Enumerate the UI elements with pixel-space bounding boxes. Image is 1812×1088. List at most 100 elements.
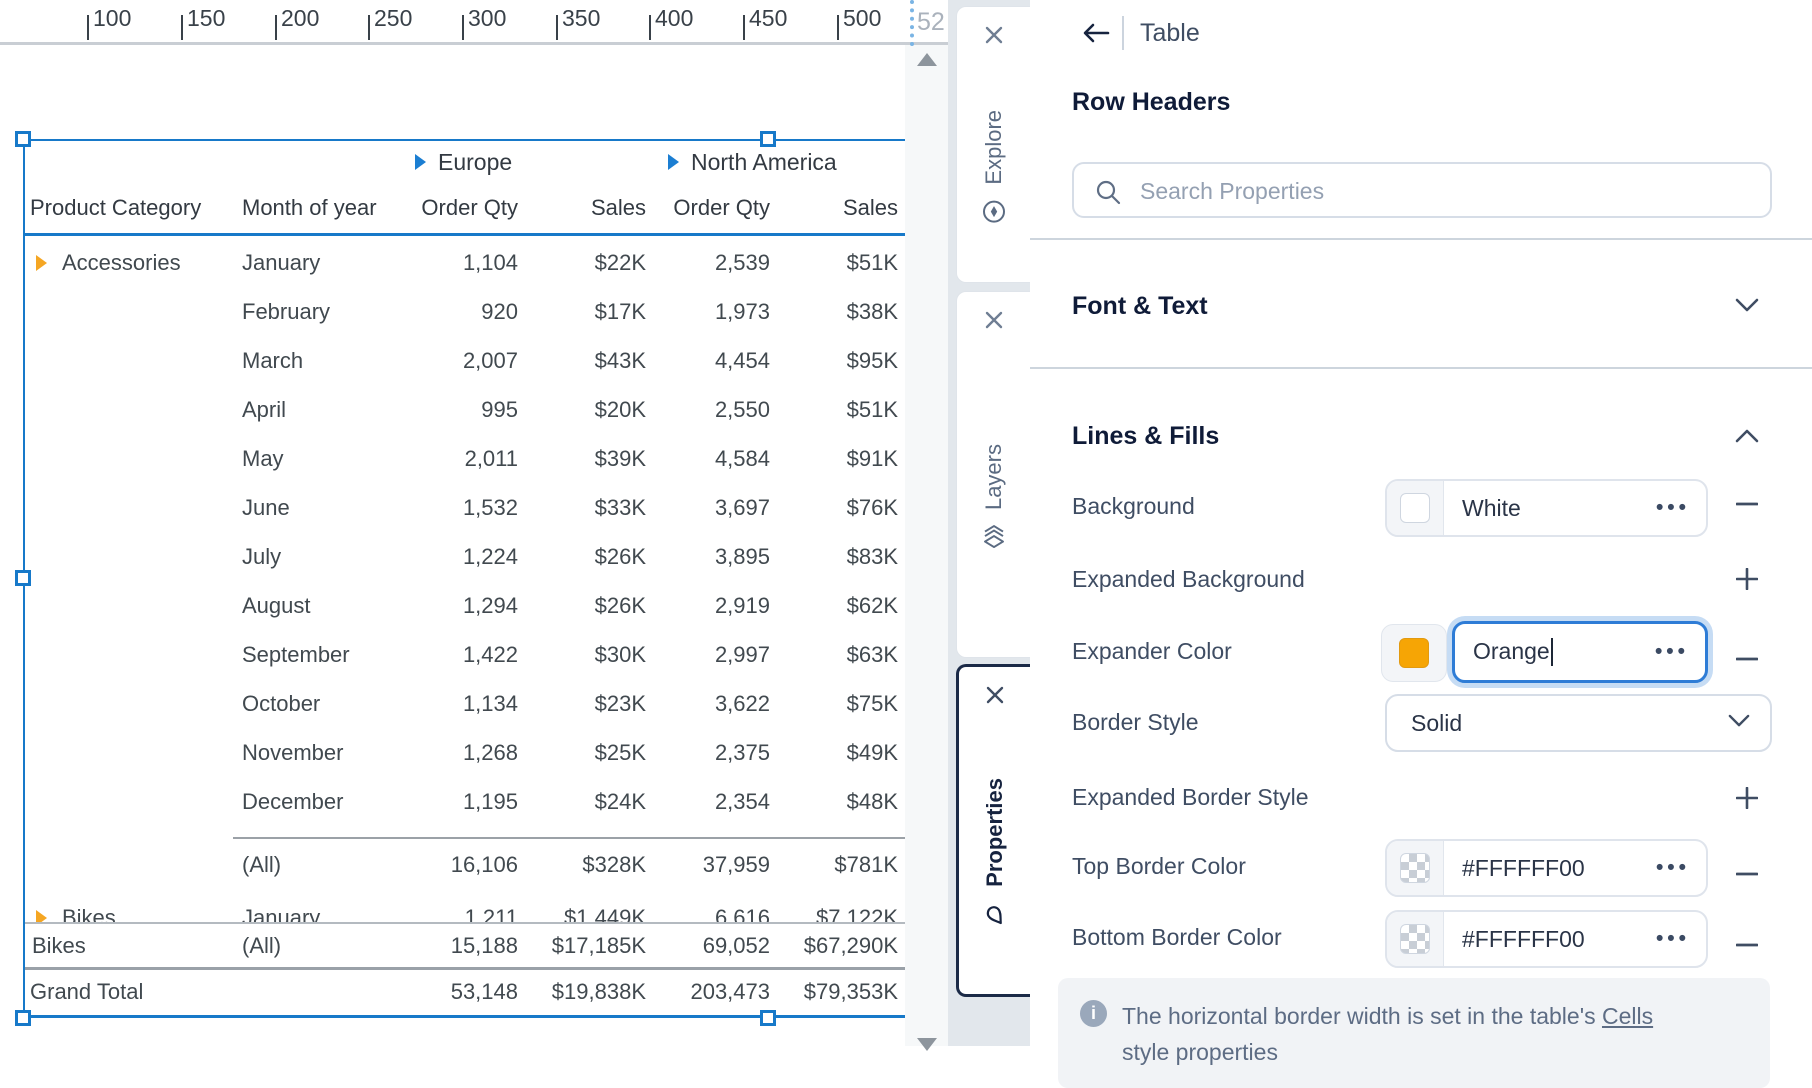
value-cell: $17,185K: [528, 924, 646, 967]
ruler-tick-label: 250: [374, 5, 412, 32]
selection-handle-top-center[interactable]: [760, 131, 776, 147]
scroll-up-icon[interactable]: [917, 53, 937, 66]
remove-icon[interactable]: [1736, 649, 1758, 667]
column-header[interactable]: Month of year: [242, 183, 402, 233]
transparent-swatch: [1400, 853, 1430, 883]
cells-link[interactable]: Cells: [1602, 1003, 1653, 1029]
group-header-europe[interactable]: Europe: [415, 141, 512, 183]
background-color-control[interactable]: White •••: [1385, 479, 1708, 537]
value-cell: 53,148: [413, 970, 518, 1015]
tab-properties[interactable]: Properties: [956, 664, 1030, 997]
close-icon[interactable]: [983, 683, 1007, 712]
bottom-border-color-control[interactable]: #FFFFFF00 •••: [1385, 910, 1708, 968]
month-cell: January: [242, 238, 402, 287]
column-header[interactable]: Sales: [784, 183, 898, 233]
group-expander-icon[interactable]: [668, 154, 679, 170]
more-options-icon[interactable]: •••: [1656, 496, 1690, 520]
ruler-tick: [368, 15, 370, 40]
table-widget[interactable]: Europe North America Product Category Mo…: [23, 139, 905, 1018]
text-caret: [1551, 638, 1553, 666]
back-arrow-icon[interactable]: [1082, 22, 1110, 49]
color-value: #FFFFFF00: [1462, 855, 1656, 882]
table-row: February 920 $17K 1,973 $38K: [23, 287, 905, 336]
value-cell: 2,007: [413, 336, 518, 385]
close-icon[interactable]: [982, 23, 1006, 52]
ruler-tick: [181, 15, 183, 40]
color-swatch-cell[interactable]: [1387, 841, 1444, 895]
month-cell: November: [242, 728, 402, 777]
worksheet-canvas[interactable]: Europe North America Product Category Mo…: [0, 45, 905, 1046]
prop-label-expanded-background: Expanded Background: [1072, 566, 1305, 593]
table-column-header-row: Product Category Month of year Order Qty…: [23, 183, 905, 236]
orange-swatch: [1399, 638, 1429, 668]
group-lines-fills[interactable]: Lines & Fills: [1072, 422, 1219, 451]
ruler-tick-label: 350: [562, 5, 600, 32]
value-cell: 1,973: [656, 287, 770, 336]
group-font-text[interactable]: Font & Text: [1072, 292, 1208, 321]
ruler-tick-label: 150: [187, 5, 225, 32]
column-header[interactable]: Product Category: [30, 183, 235, 233]
more-options-icon[interactable]: •••: [1656, 927, 1690, 951]
row-expander-icon[interactable]: [36, 255, 47, 271]
layers-icon: [981, 525, 1007, 551]
column-header[interactable]: Sales: [528, 183, 646, 233]
column-header[interactable]: Order Qty: [656, 183, 770, 233]
color-swatch-cell[interactable]: [1387, 912, 1444, 966]
remove-icon[interactable]: [1736, 935, 1758, 953]
table-row: July 1,224 $26K 3,895 $83K: [23, 532, 905, 581]
value-cell: 2,354: [656, 777, 770, 826]
expander-color-input[interactable]: Orange •••: [1452, 621, 1708, 683]
add-icon[interactable]: [1736, 568, 1758, 595]
remove-icon[interactable]: [1736, 494, 1758, 512]
table-row: March 2,007 $43K 4,454 $95K: [23, 336, 905, 385]
info-note: i The horizontal border width is set in …: [1058, 978, 1770, 1088]
transparent-swatch: [1400, 924, 1430, 954]
value-cell: $75K: [784, 679, 898, 728]
category-cell: Grand Total: [30, 970, 230, 1015]
paint-icon: [981, 901, 1009, 929]
group-header-north-america[interactable]: North America: [668, 141, 837, 183]
group-expander-icon[interactable]: [415, 154, 426, 170]
properties-panel: Table Row Headers Font & Text Lines & Fi…: [1030, 0, 1812, 1046]
tab-explore[interactable]: Explore: [956, 6, 1030, 283]
selection-handle-bottom-left[interactable]: [15, 1010, 31, 1026]
selection-handle-left-middle[interactable]: [15, 570, 31, 586]
vertical-scrollbar[interactable]: [905, 45, 948, 1046]
selection-handle-bottom-center[interactable]: [760, 1010, 776, 1026]
value-cell: $23K: [528, 679, 646, 728]
prop-label-expander-color: Expander Color: [1072, 638, 1232, 665]
value-cell: 1,104: [413, 238, 518, 287]
month-cell: March: [242, 336, 402, 385]
category-cell: Accessories: [62, 238, 181, 287]
close-icon[interactable]: [982, 308, 1006, 337]
ruler-tick-label: 400: [655, 5, 693, 32]
expander-color-swatch-cell[interactable]: [1381, 624, 1447, 682]
color-value: #FFFFFF00: [1462, 926, 1656, 953]
search-box: [1072, 162, 1772, 218]
more-options-icon[interactable]: •••: [1655, 640, 1689, 664]
pinned-subtotal-row: Bikes (All) 15,188 $17,185K 69,052 $67,2…: [23, 922, 905, 967]
table-row: December 1,195 $24K 2,354 $48K: [23, 777, 905, 826]
remove-icon[interactable]: [1736, 864, 1758, 882]
border-style-select[interactable]: Solid: [1385, 694, 1772, 752]
color-swatch-cell[interactable]: [1387, 481, 1444, 535]
value-cell: 1,294: [413, 581, 518, 630]
value-cell: $25K: [528, 728, 646, 777]
more-options-icon[interactable]: •••: [1656, 856, 1690, 880]
color-value: Orange: [1473, 638, 1550, 664]
column-header[interactable]: Order Qty: [413, 183, 518, 233]
add-icon[interactable]: [1736, 787, 1758, 814]
search-input[interactable]: [1138, 168, 1742, 214]
chevron-down-icon[interactable]: [1735, 298, 1759, 318]
chevron-up-icon[interactable]: [1735, 428, 1759, 448]
value-cell: $22K: [528, 238, 646, 287]
selection-handle-top-left[interactable]: [15, 131, 31, 147]
value-cell: 15,188: [413, 924, 518, 967]
top-border-color-control[interactable]: #FFFFFF00 •••: [1385, 839, 1708, 897]
pinned-totals: Bikes (All) 15,188 $17,185K 69,052 $67,2…: [23, 922, 905, 1018]
value-cell: 1,134: [413, 679, 518, 728]
tab-layers[interactable]: Layers: [956, 291, 1030, 658]
scroll-down-icon[interactable]: [917, 1038, 937, 1051]
ruler-tick-label: 100: [93, 5, 131, 32]
month-cell: October: [242, 679, 402, 728]
